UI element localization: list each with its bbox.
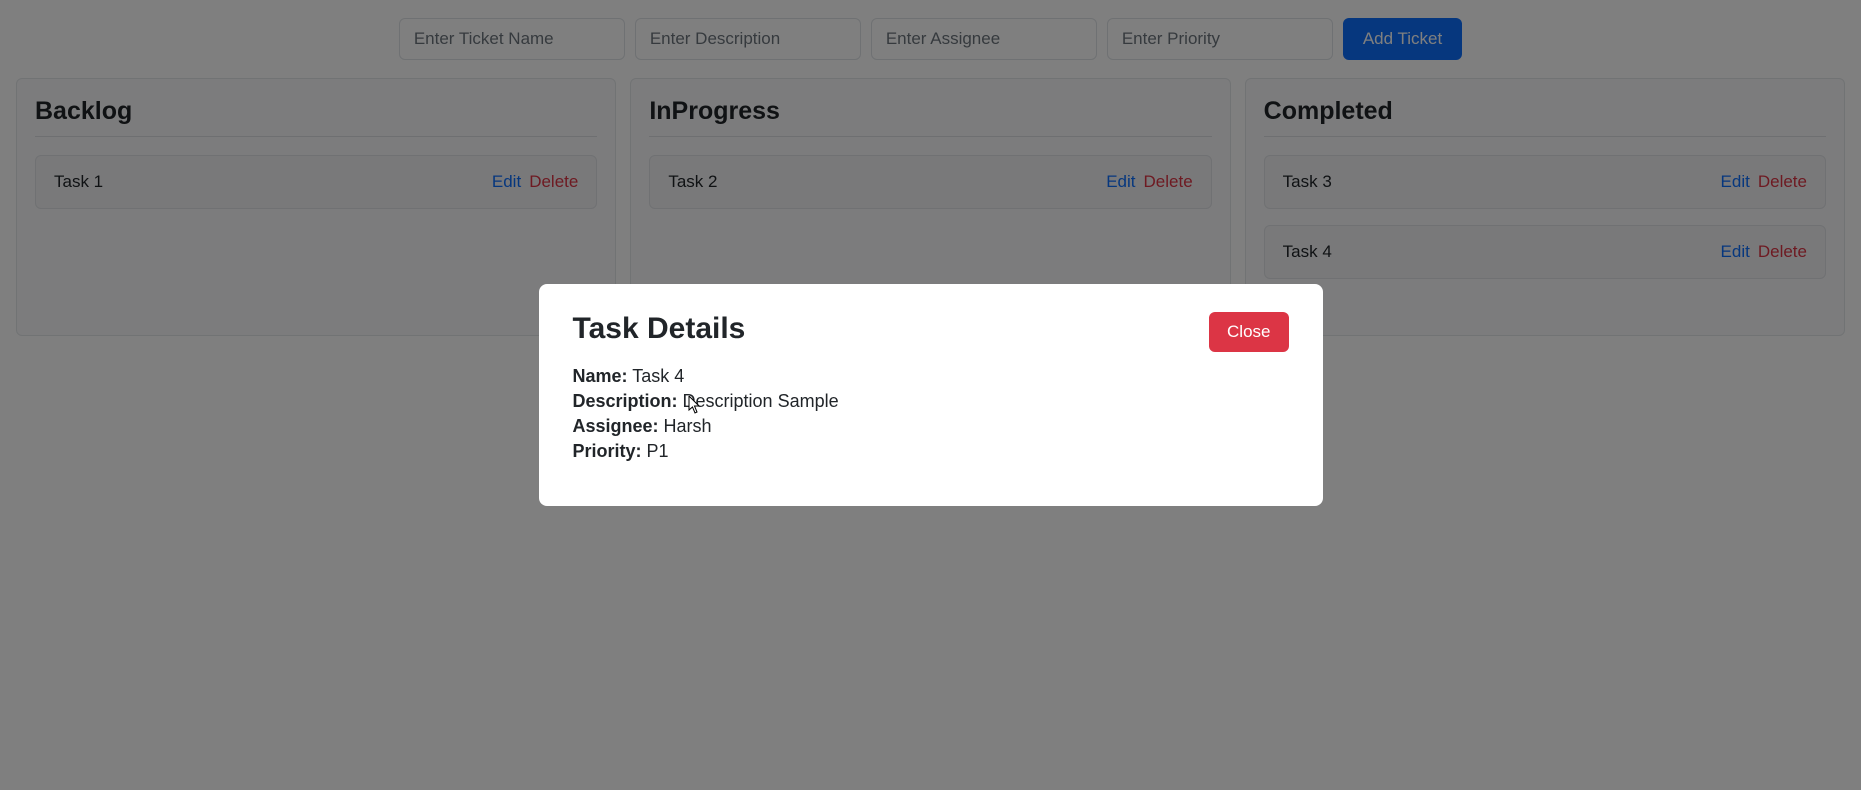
modal-title: Task Details xyxy=(573,312,746,346)
modal-overlay[interactable]: Task Details Close Name: Task 4 Descript… xyxy=(0,0,1861,790)
close-button[interactable]: Close xyxy=(1209,312,1288,352)
detail-priority: Priority: P1 xyxy=(573,441,1289,462)
task-details-modal: Task Details Close Name: Task 4 Descript… xyxy=(539,284,1323,506)
detail-assignee: Assignee: Harsh xyxy=(573,416,1289,437)
detail-name: Name: Task 4 xyxy=(573,366,1289,387)
detail-description: Description: Description Sample xyxy=(573,391,1289,412)
